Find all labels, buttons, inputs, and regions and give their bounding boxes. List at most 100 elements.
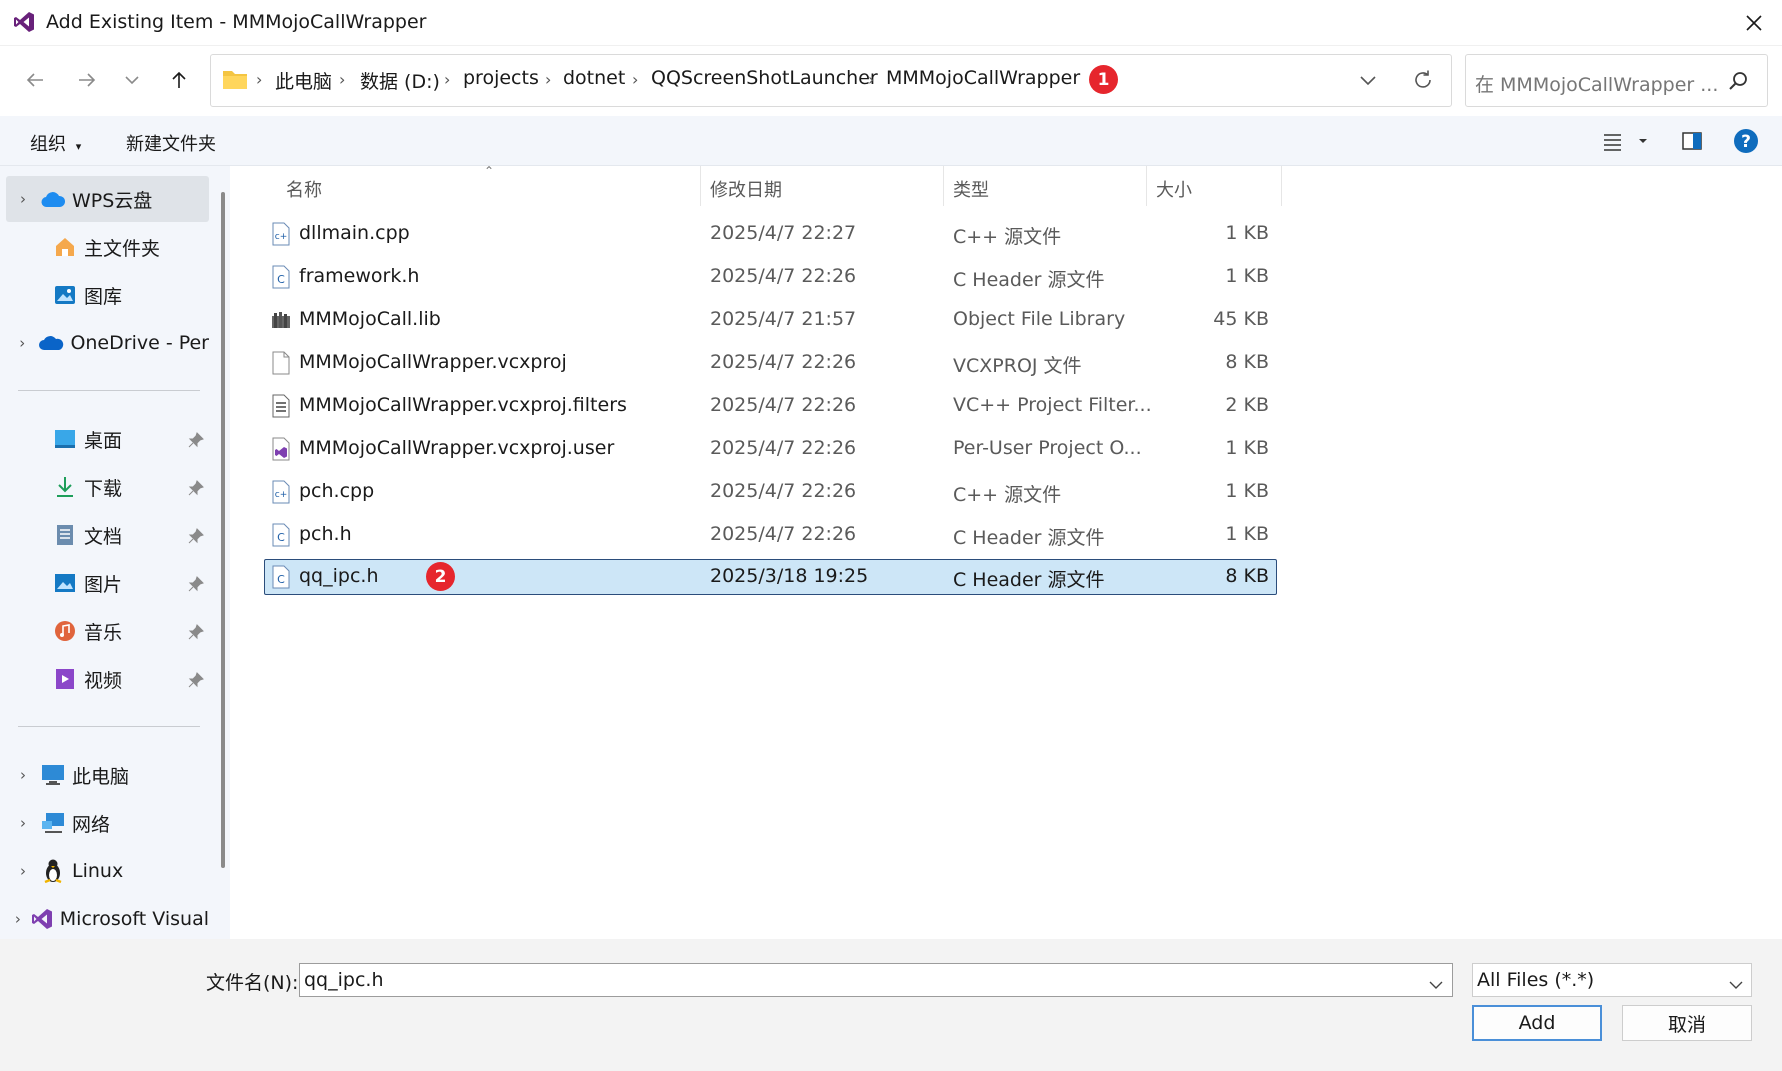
breadcrumb-qqscreenshotlauncher[interactable]: QQScreenShotLauncher: [651, 67, 878, 89]
pin-icon[interactable]: [188, 432, 204, 448]
chevron-down-icon: [1360, 76, 1376, 86]
sidebar-divider: [18, 390, 200, 391]
svg-text:C: C: [277, 273, 285, 286]
sidebar-item-wps-cloud[interactable]: › WPS云盘: [6, 176, 209, 222]
close-button[interactable]: [1734, 8, 1774, 38]
pin-icon[interactable]: [188, 576, 204, 592]
preview-pane-icon: [1682, 132, 1702, 150]
organize-button[interactable]: 组织 ▾: [30, 130, 81, 156]
preview-pane-button[interactable]: [1681, 130, 1703, 152]
pin-icon[interactable]: [188, 528, 204, 544]
up-button[interactable]: [161, 65, 197, 95]
arrow-right-icon: [79, 73, 96, 87]
sidebar-item-videos[interactable]: 视频: [6, 656, 209, 702]
column-divider[interactable]: [1281, 166, 1282, 206]
step-badge-2: 2: [426, 562, 455, 591]
arrow-up-icon: [172, 71, 186, 88]
refresh-button[interactable]: [1411, 68, 1437, 94]
vs-user-file-icon: [272, 437, 290, 461]
file-row-pch-h[interactable]: C pch.h 2025/4/7 22:26 C Header 源文件 1 KB: [264, 517, 1277, 553]
refresh-icon: [1415, 70, 1431, 88]
desktop-icon: [52, 426, 78, 452]
filename-label: 文件名(N):: [206, 972, 299, 994]
recent-locations-button[interactable]: [115, 65, 149, 95]
file-row-vcxproj-filters[interactable]: MMMojoCallWrapper.vcxproj.filters 2025/4…: [264, 388, 1277, 424]
header-file-icon: C: [272, 565, 290, 589]
header-file-icon: C: [272, 265, 290, 289]
address-history-button[interactable]: [1358, 70, 1382, 90]
sidebar-item-desktop[interactable]: 桌面: [6, 416, 209, 462]
chevron-right-icon[interactable]: ›: [6, 766, 40, 784]
file-type-dropdown-button[interactable]: [1729, 975, 1743, 994]
window-title: Add Existing Item - MMMojoCallWrapper: [46, 11, 427, 33]
breadcrumb-projects[interactable]: projects: [463, 67, 539, 89]
chevron-right-icon[interactable]: ›: [6, 862, 40, 880]
add-button[interactable]: Add: [1472, 1005, 1602, 1041]
sidebar-item-home[interactable]: 主文件夹: [6, 224, 209, 270]
gallery-icon: [52, 282, 78, 308]
sidebar-item-linux[interactable]: › Linux: [6, 848, 209, 894]
sidebar-item-music[interactable]: 音乐: [6, 608, 209, 654]
column-header-name[interactable]: 名称: [286, 176, 322, 202]
file-row-dllmain-cpp[interactable]: c+ dllmain.cpp 2025/4/7 22:27 C++ 源文件 1 …: [264, 216, 1277, 252]
network-icon: [40, 810, 66, 836]
computer-icon: [40, 762, 66, 788]
column-divider[interactable]: [1146, 166, 1147, 206]
sidebar-item-gallery[interactable]: 图库: [6, 272, 209, 318]
file-row-framework-h[interactable]: C framework.h 2025/4/7 22:26 C Header 源文…: [264, 259, 1277, 295]
file-row-mmmojocallwrapper-vcxproj[interactable]: MMMojoCallWrapper.vcxproj 2025/4/7 22:26…: [264, 345, 1277, 381]
file-type-select[interactable]: All Files (*.*): [1472, 963, 1752, 997]
column-divider[interactable]: [943, 166, 944, 206]
column-header-modified[interactable]: 修改日期: [710, 176, 782, 202]
sidebar-item-pictures[interactable]: 图片: [6, 560, 209, 606]
sidebar-item-this-pc[interactable]: › 此电脑: [6, 752, 209, 798]
svg-text:?: ?: [1741, 132, 1751, 152]
chevron-right-icon[interactable]: ›: [6, 334, 38, 352]
sidebar-item-documents[interactable]: 文档: [6, 512, 209, 558]
filename-input[interactable]: qq_ipc.h: [299, 963, 1453, 997]
chevron-right-icon[interactable]: ›: [6, 190, 40, 208]
breadcrumb-mmmojocallwrapper[interactable]: MMMojoCallWrapper: [886, 67, 1080, 89]
column-divider[interactable]: [700, 166, 701, 206]
music-icon: [52, 618, 78, 644]
svg-text:C: C: [277, 573, 285, 586]
chevron-down-icon: [125, 76, 139, 85]
search-placeholder: 在 MMMojoCallWrapper ...: [1475, 74, 1719, 96]
chevron-right-icon[interactable]: ›: [6, 814, 40, 832]
forward-button[interactable]: [69, 65, 105, 95]
file-row-vcxproj-user[interactable]: MMMojoCallWrapper.vcxproj.user 2025/4/7 …: [264, 431, 1277, 467]
help-icon: ?: [1734, 129, 1758, 153]
pin-icon[interactable]: [188, 480, 204, 496]
help-button[interactable]: ?: [1733, 128, 1759, 154]
sidebar-item-onedrive[interactable]: › OneDrive - Per: [6, 320, 209, 366]
new-folder-button[interactable]: 新建文件夹: [126, 130, 216, 156]
file-row-qq-ipc-h[interactable]: C qq_ipc.h 2 2025/3/18 19:25 C Header 源文…: [264, 559, 1277, 595]
breadcrumb-this-pc[interactable]: 此电脑: [275, 67, 332, 94]
breadcrumb-drive-d[interactable]: 数据 (D:): [360, 67, 440, 94]
column-header-size[interactable]: 大小: [1156, 176, 1192, 202]
cpp-file-icon: c+: [272, 222, 290, 246]
caret-down-icon: ▾: [75, 140, 82, 153]
search-icon[interactable]: [1727, 70, 1749, 92]
column-header-type[interactable]: 类型: [953, 176, 989, 202]
sidebar-item-downloads[interactable]: 下载: [6, 464, 209, 510]
pin-icon[interactable]: [188, 672, 204, 688]
back-button[interactable]: [17, 65, 53, 95]
home-icon: [52, 234, 78, 260]
pin-icon[interactable]: [188, 624, 204, 640]
sidebar-item-microsoft-visual[interactable]: › Microsoft Visual: [6, 896, 209, 942]
filters-file-icon: [272, 394, 290, 418]
header-file-icon: C: [272, 523, 290, 547]
filename-dropdown-button[interactable]: [1429, 975, 1443, 994]
sidebar-item-network[interactable]: › 网络: [6, 800, 209, 846]
close-icon: [1746, 15, 1762, 31]
file-row-pch-cpp[interactable]: c+ pch.cpp 2025/4/7 22:26 C++ 源文件 1 KB: [264, 474, 1277, 510]
chevron-right-icon[interactable]: ›: [6, 910, 30, 928]
folder-icon: [222, 68, 248, 90]
sidebar-scrollbar[interactable]: [221, 192, 225, 868]
breadcrumb-dotnet[interactable]: dotnet: [563, 67, 625, 89]
chevron-right-icon: ›: [545, 70, 552, 89]
view-options-button[interactable]: [1601, 130, 1647, 152]
file-row-mmmojocall-lib[interactable]: MMMojoCall.lib 2025/4/7 21:57 Object Fil…: [264, 302, 1277, 338]
cancel-button[interactable]: 取消: [1622, 1005, 1752, 1041]
